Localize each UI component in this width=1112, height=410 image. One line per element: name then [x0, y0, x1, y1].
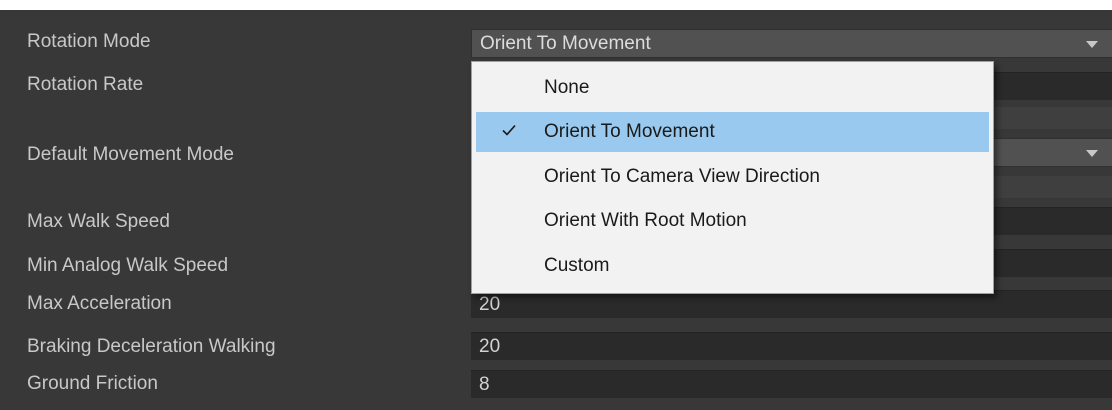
- menu-item-label: Custom: [544, 255, 610, 276]
- chevron-down-icon: [1086, 41, 1098, 48]
- ground-friction-value: 8: [479, 374, 490, 395]
- braking-deceleration-walking-label: Braking Deceleration Walking: [27, 336, 276, 357]
- rotation-mode-menu: None Orient To Movement Orient To Camera…: [471, 61, 994, 294]
- ground-friction-field[interactable]: 8: [471, 370, 1112, 398]
- braking-deceleration-walking-field[interactable]: 20: [471, 332, 1112, 360]
- window-top-edge: [0, 0, 1112, 10]
- checkmark-icon: [502, 124, 516, 136]
- rotation-mode-value: Orient To Movement: [480, 33, 651, 54]
- min-analog-walk-speed-label: Min Analog Walk Speed: [27, 255, 229, 276]
- max-acceleration-label: Max Acceleration: [27, 293, 172, 314]
- menu-item-custom[interactable]: Custom: [476, 246, 989, 286]
- rotation-mode-dropdown[interactable]: Orient To Movement: [471, 29, 1112, 58]
- menu-item-none[interactable]: None: [476, 68, 989, 108]
- max-acceleration-value: 20: [479, 294, 501, 315]
- menu-item-label: Orient With Root Motion: [544, 210, 747, 231]
- default-movement-mode-label: Default Movement Mode: [27, 144, 234, 165]
- menu-item-orient-to-movement[interactable]: Orient To Movement: [476, 112, 989, 152]
- chevron-down-icon: [1086, 150, 1098, 157]
- menu-item-label: Orient To Movement: [544, 121, 715, 142]
- braking-deceleration-walking-value: 20: [479, 336, 501, 357]
- menu-item-label: Orient To Camera View Direction: [544, 166, 820, 187]
- menu-item-orient-to-camera-view-direction[interactable]: Orient To Camera View Direction: [476, 157, 989, 197]
- menu-item-orient-with-root-motion[interactable]: Orient With Root Motion: [476, 201, 989, 241]
- max-walk-speed-label: Max Walk Speed: [27, 211, 170, 232]
- menu-item-label: None: [544, 77, 590, 98]
- rotation-rate-label: Rotation Rate: [27, 74, 144, 95]
- max-acceleration-field[interactable]: 20: [471, 290, 1112, 318]
- rotation-mode-label: Rotation Mode: [27, 31, 151, 52]
- ground-friction-label: Ground Friction: [27, 373, 158, 394]
